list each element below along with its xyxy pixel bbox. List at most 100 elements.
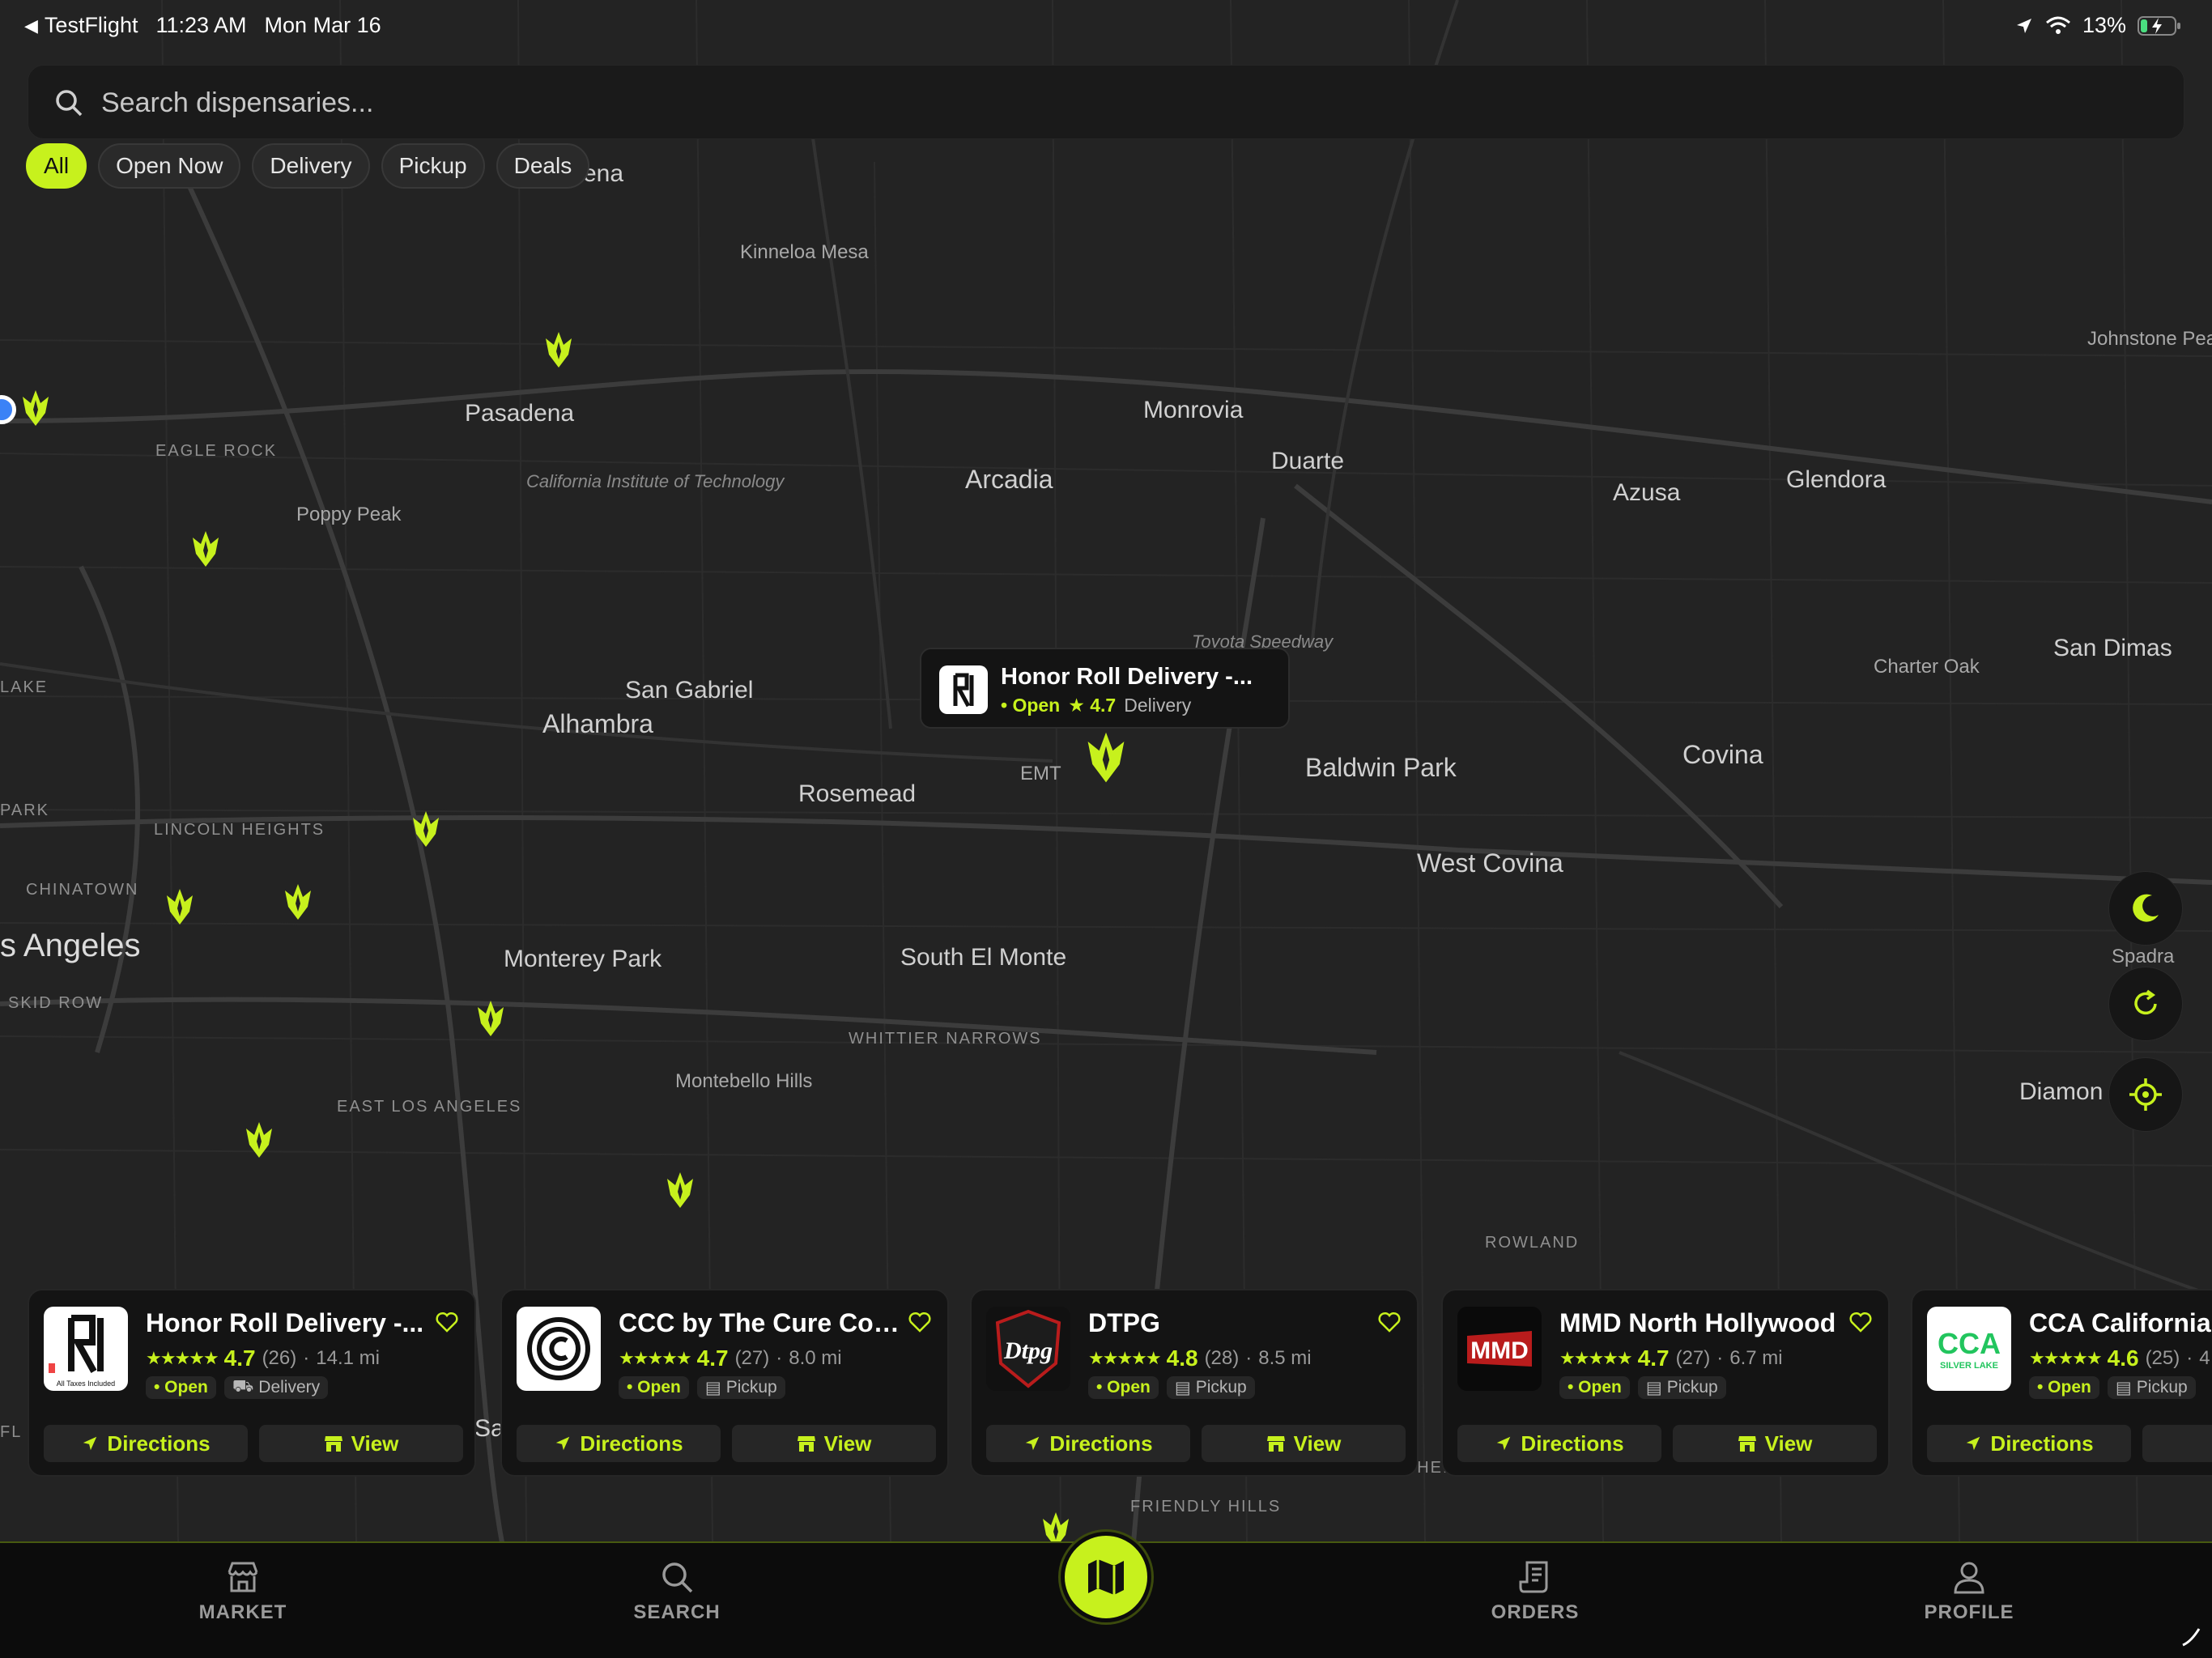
moon-icon [2133, 894, 2159, 922]
favorite-heart-icon[interactable] [908, 1312, 931, 1333]
dispensary-card[interactable]: CCC by The Cure Com... ★★★★★ 4.7 (27) · … [500, 1289, 949, 1477]
store-icon [324, 1436, 342, 1452]
tab-orders[interactable]: ORDERS [1454, 1559, 1616, 1624]
map-label: WHITTIER NARROWS [849, 1030, 1042, 1048]
mode-badge: ⛟ Delivery [223, 1376, 329, 1399]
view-button[interactable]: View [259, 1425, 463, 1462]
popup-title: Honor Roll Delivery -... [1001, 664, 1253, 690]
dispensary-pin-icon[interactable] [474, 999, 507, 1039]
dispensary-card[interactable]: Dtpg DTPG ★★★★★ 4.8 (28) · 8.5 mi • Open… [970, 1289, 1419, 1477]
mode-badge: ▤ Pickup [1637, 1376, 1726, 1399]
map-label: Montebello Hills [675, 1070, 813, 1092]
locate-me-button[interactable] [2108, 1057, 2183, 1132]
store-icon [1266, 1436, 1285, 1452]
directions-button[interactable]: Directions [1927, 1425, 2131, 1462]
dark-mode-toggle[interactable] [2108, 871, 2183, 946]
view-button[interactable]: View [1673, 1425, 1877, 1462]
dispensary-pin-icon[interactable] [164, 887, 196, 928]
crosshair-icon [2129, 1078, 2162, 1111]
distance: 4 [2199, 1347, 2210, 1369]
store-icon [797, 1436, 815, 1452]
distance: 14.1 mi [316, 1347, 380, 1369]
dispensary-card[interactable]: MMD MMD North Hollywood ★★★★★ 4.7 (27) ·… [1441, 1289, 1890, 1477]
distance: 8.5 mi [1258, 1347, 1312, 1369]
rating-score: 4.8 [1166, 1346, 1198, 1371]
map-label: Glendora [1786, 466, 1887, 493]
dispensary-logo: MMD [1457, 1307, 1542, 1391]
map-label: California Institute of Technology [526, 471, 785, 491]
map-label: Rosemead [798, 780, 917, 807]
directions-button[interactable]: Directions [986, 1425, 1190, 1462]
dispensary-name: MMD North Hollywood [1559, 1308, 1836, 1337]
view-button[interactable]: View [732, 1425, 936, 1462]
dispensary-cards-carousel[interactable]: All Taxes Included Honor Roll Delivery -… [28, 1289, 2212, 1477]
dispensary-name: CCA California C [2029, 1308, 2212, 1337]
logo-text: MMD [1470, 1337, 1529, 1364]
rating-stars: ★★★★★ [2029, 1348, 2103, 1368]
search-bar[interactable] [28, 65, 2184, 140]
logo-subtext: SILVER LAKE [1940, 1361, 1998, 1371]
map-label: PARK [0, 801, 49, 819]
rating-stars: ★★★★★ [1088, 1348, 1162, 1368]
view-button[interactable]: View [1202, 1425, 1406, 1462]
filter-chip-deals[interactable]: Deals [496, 143, 590, 189]
receipt-icon [1519, 1561, 1548, 1593]
person-icon [1954, 1562, 1984, 1594]
directions-button[interactable]: Directions [44, 1425, 248, 1462]
map-label: LAKE [0, 678, 49, 696]
filter-chip-all[interactable]: All [26, 143, 87, 189]
favorite-heart-icon[interactable] [1378, 1312, 1401, 1333]
dispensary-pin-icon[interactable] [664, 1171, 696, 1211]
search-input[interactable] [101, 66, 2125, 140]
distance: 6.7 mi [1729, 1347, 1783, 1369]
selected-dispensary-pin-icon[interactable] [1083, 730, 1129, 787]
dispensary-pin-icon[interactable] [542, 330, 575, 371]
dispensary-card[interactable]: CCASILVER LAKE CCA California C ★★★★★ 4.… [1911, 1289, 2212, 1477]
map-label: Monterey Park [504, 946, 662, 972]
map-label: Alhambra [542, 709, 653, 738]
review-count: (25) [2145, 1347, 2180, 1369]
dispensary-pin-icon[interactable] [282, 882, 314, 923]
favorite-heart-icon[interactable] [1849, 1312, 1872, 1333]
mode-badge: ▤ Pickup [1166, 1376, 1255, 1399]
filter-chip-delivery[interactable]: Delivery [252, 143, 370, 189]
dispensary-pin-icon[interactable] [410, 810, 442, 850]
dispensary-card[interactable]: All Taxes Included Honor Roll Delivery -… [28, 1289, 476, 1477]
map-label: EAST LOS ANGELES [337, 1098, 522, 1116]
dispensary-pin-icon[interactable] [243, 1120, 275, 1161]
store-icon [1738, 1436, 1756, 1452]
popup-status: • Open [1001, 695, 1061, 716]
map-view-button[interactable] [1061, 1532, 1151, 1622]
map-label: Duarte [1271, 448, 1345, 474]
rating-stars: ★★★★★ [619, 1348, 692, 1368]
tab-market[interactable]: MARKET [162, 1559, 324, 1624]
favorite-heart-icon[interactable] [436, 1312, 458, 1333]
dispensary-pin-icon[interactable] [189, 529, 222, 570]
status-time: 11:23 AM [155, 13, 247, 37]
store-icon: ▤ [1645, 1378, 1662, 1397]
dispensary-pin-icon[interactable] [19, 389, 52, 429]
directions-button[interactable]: Directions [1457, 1425, 1661, 1462]
filter-chip-open-now[interactable]: Open Now [98, 143, 241, 189]
tab-profile[interactable]: PROFILE [1888, 1559, 2050, 1624]
view-button[interactable] [2142, 1425, 2212, 1462]
refresh-button[interactable] [2108, 967, 2183, 1041]
map-label: Baldwin Park [1305, 753, 1457, 782]
map-label: LINCOLN HEIGHTS [154, 821, 325, 839]
selected-dispensary-popup[interactable]: Honor Roll Delivery -... • Open ★ 4.7 De… [920, 648, 1290, 729]
tab-search[interactable]: SEARCH [596, 1559, 758, 1624]
popup-rating: ★ 4.7 [1068, 695, 1117, 716]
back-arrow-icon: ◀ [24, 15, 38, 36]
navigation-arrow-icon [556, 1436, 570, 1451]
filter-chip-pickup[interactable]: Pickup [381, 143, 485, 189]
back-to-app-link[interactable]: ◀ TestFlight [24, 13, 138, 38]
rating-score: 4.6 [2107, 1346, 2139, 1371]
dispensary-name: Honor Roll Delivery -... [146, 1308, 424, 1337]
review-count: (28) [1204, 1347, 1240, 1369]
navigation-arrow-icon [1026, 1436, 1040, 1451]
directions-button[interactable]: Directions [517, 1425, 721, 1462]
map-label: Covina [1682, 740, 1763, 769]
status-badge: • Open [2029, 1376, 2099, 1399]
map-label: s Angeles [0, 928, 141, 963]
delivery-truck-icon: ⛟ [232, 1377, 254, 1396]
